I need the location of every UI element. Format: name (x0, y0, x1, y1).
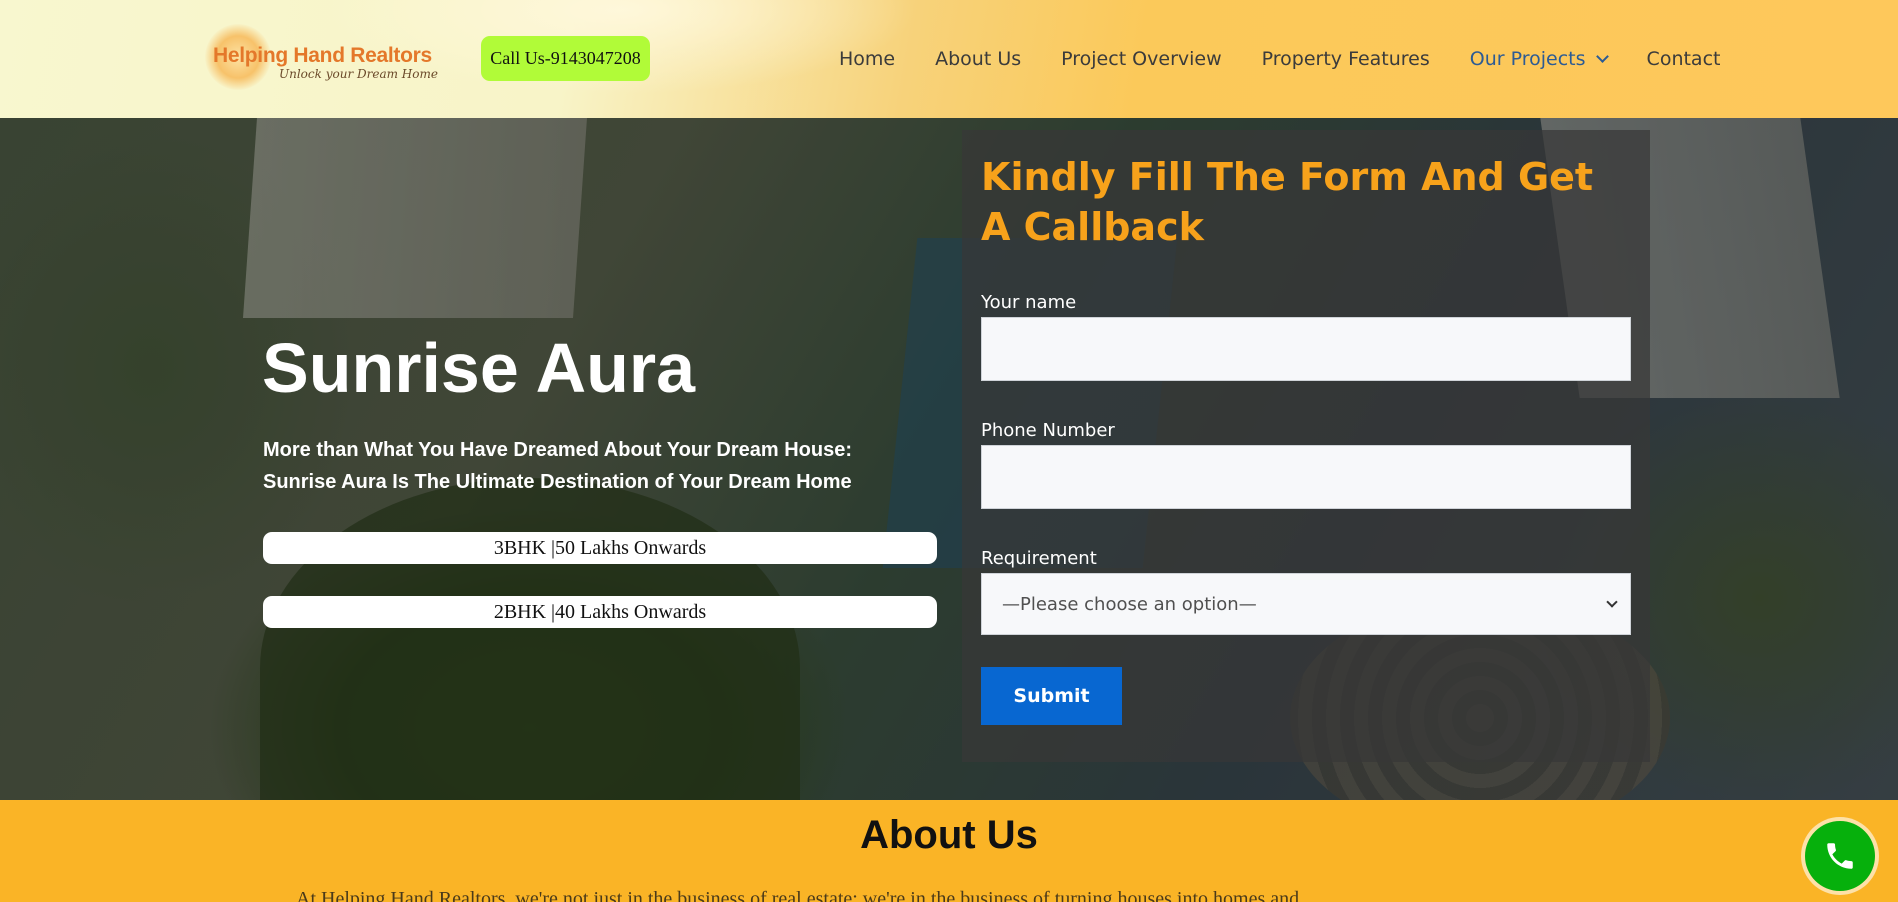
form-title: Kindly Fill The Form And Get A Callback (981, 155, 1594, 249)
requirement-label: Requirement (981, 548, 1097, 569)
nav-our-projects[interactable]: Our Projects (1469, 48, 1609, 70)
chevron-down-icon (1595, 49, 1609, 63)
offer-3bhk: 3BHK |50 Lakhs Onwards (263, 532, 937, 564)
hero-subtitle: More than What You Have Dreamed About Yo… (263, 439, 852, 493)
requirement-select[interactable]: —Please choose an option— (981, 573, 1631, 635)
logo-title: Helping Hand Realtors (213, 44, 432, 67)
nav-home-label: Home (839, 48, 896, 70)
nav-property-features[interactable]: Property Features (1262, 48, 1430, 70)
offer-2bhk: 2BHK |40 Lakhs Onwards (263, 596, 937, 628)
submit-button[interactable]: Submit (981, 667, 1122, 725)
nav-property-features-label: Property Features (1261, 48, 1430, 70)
nav-our-projects-label: Our Projects (1469, 48, 1586, 70)
call-us-button[interactable]: Call Us-9143047208 (481, 36, 650, 81)
hero-section: Sunrise Aura More than What You Have Dre… (0, 118, 1898, 800)
nav-project-overview[interactable]: Project Overview (1061, 48, 1222, 70)
call-floating-button[interactable] (1805, 821, 1875, 891)
callback-form: Kindly Fill The Form And Get A Callback … (962, 130, 1650, 762)
chevron-down-icon (1606, 596, 1618, 608)
logo[interactable]: Helping Hand Realtors Unlock your Dream … (205, 22, 438, 92)
site-header: Helping Hand Realtors Unlock your Dream … (0, 0, 1898, 118)
requirement-selected-value: —Please choose an option— (1002, 593, 1257, 615)
phone-icon (1827, 843, 1853, 869)
about-text: At Helping Hand Realtors, we're not just… (296, 888, 1300, 902)
hero-title: Sunrise Aura (262, 329, 696, 407)
name-label: Your name (981, 292, 1077, 313)
nav-project-overview-label: Project Overview (1061, 48, 1222, 70)
nav-home[interactable]: Home (839, 48, 895, 70)
phone-label: Phone Number (981, 420, 1115, 441)
about-section: About Us At Helping Hand Realtors, we're… (0, 800, 1898, 902)
nav-contact[interactable]: Contact (1647, 48, 1721, 70)
nav-contact-label: Contact (1646, 48, 1721, 70)
logo-tagline: Unlock your Dream Home (279, 67, 438, 81)
phone-input[interactable] (981, 445, 1631, 509)
nav-about-us-label: About Us (935, 48, 1022, 70)
main-nav: Home About Us Project Overview Property … (839, 46, 1720, 72)
name-input[interactable] (981, 317, 1631, 381)
about-title: About Us (860, 813, 1038, 857)
nav-about-us[interactable]: About Us (935, 48, 1021, 70)
